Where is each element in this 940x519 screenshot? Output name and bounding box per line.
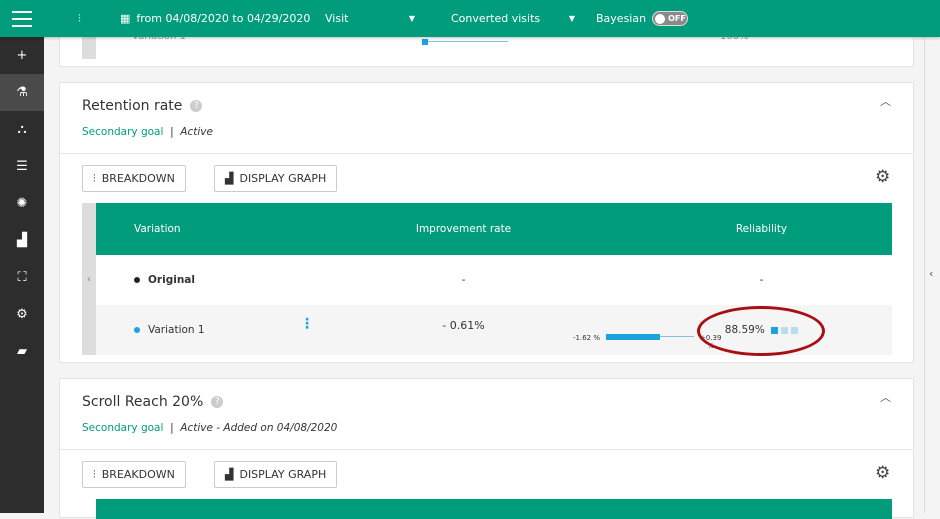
chevron-down-icon: ▼: [568, 14, 575, 23]
column-header-variation: Variation: [134, 223, 181, 235]
bayesian-toggle[interactable]: OFF: [652, 11, 689, 26]
variation-dot: [134, 327, 140, 333]
focus-icon[interactable]: ⛶: [0, 259, 44, 296]
variation-dot: [134, 277, 140, 283]
chevron-up-icon[interactable]: ︿: [880, 93, 891, 109]
table-row: Original - -: [96, 255, 892, 305]
scroll-left-button[interactable]: ‹: [82, 203, 96, 355]
display-graph-button[interactable]: ▟ DISPLAY GRAPH: [214, 165, 338, 192]
chart-icon[interactable]: ▟: [0, 222, 44, 259]
sidebar: + ⚗ ⛬ ☰ ✺ ▟ ⛶ ⚙ ▰: [0, 37, 44, 513]
calendar-icon: ▦: [120, 12, 131, 25]
column-header-reliability: Reliability: [735, 223, 788, 235]
breakdown-button[interactable]: ⫶ BREAKDOWN: [82, 165, 186, 192]
book-icon[interactable]: ▰: [0, 333, 44, 370]
gear-icon[interactable]: ⚙: [875, 463, 890, 483]
goal-card-scroll-reach: Scroll Reach 20%? Secondary goal | Activ…: [59, 378, 914, 519]
column-header-improvement: Improvement rate: [415, 223, 512, 235]
hierarchy-icon[interactable]: ⛬: [0, 111, 44, 148]
add-icon[interactable]: +: [0, 37, 44, 74]
chevron-left-icon: ‹: [929, 267, 934, 280]
chevron-up-icon[interactable]: ︿: [880, 389, 891, 405]
lightbulb-icon[interactable]: ✺: [0, 185, 44, 222]
goal-title: Retention rate: [82, 98, 183, 114]
bar-chart-icon: ▟: [225, 172, 234, 185]
chevron-down-icon: ▼: [408, 14, 415, 23]
top-bar: ⫶ ▦ from 04/08/2020 to 04/29/2020 Visit ▼ …: [0, 0, 940, 37]
toggles-icon[interactable]: ☰: [0, 148, 44, 185]
display-graph-button[interactable]: ▟ DISPLAY GRAPH: [214, 461, 338, 488]
goal-title: Scroll Reach 20%: [82, 394, 204, 410]
date-range-picker[interactable]: ▦ from 04/08/2020 to 04/29/2020: [120, 12, 310, 25]
help-icon[interactable]: ?: [190, 100, 203, 112]
goal-type-link[interactable]: Secondary goal: [82, 126, 163, 138]
improvement-bar: [422, 41, 508, 42]
gear-icon[interactable]: ⚙: [0, 296, 44, 333]
goal-status: Active: [180, 126, 213, 138]
filter-icon[interactable]: ⫶: [78, 12, 81, 26]
bayesian-toggle-group: Bayesian OFF: [596, 11, 689, 26]
gear-icon[interactable]: ⚙: [875, 167, 890, 187]
annotation-circle: [697, 306, 825, 356]
table-header: [96, 499, 892, 519]
right-panel-toggle[interactable]: ‹: [924, 37, 940, 513]
metric1-select[interactable]: Visit ▼: [325, 12, 415, 25]
breakdown-icon: ⫶: [93, 171, 96, 185]
metric2-select[interactable]: Converted visits ▼: [451, 12, 575, 25]
goal-type-link[interactable]: Secondary goal: [82, 422, 163, 434]
breakdown-button[interactable]: ⫶ BREAKDOWN: [82, 461, 186, 488]
breakdown-icon: ⫶: [93, 467, 96, 481]
test-tube-icon[interactable]: ⚗: [0, 74, 44, 111]
bar-chart-icon: ▟: [225, 468, 234, 481]
menu-icon[interactable]: [12, 11, 32, 32]
improvement-bar: [606, 334, 660, 340]
help-icon[interactable]: ?: [211, 396, 224, 408]
